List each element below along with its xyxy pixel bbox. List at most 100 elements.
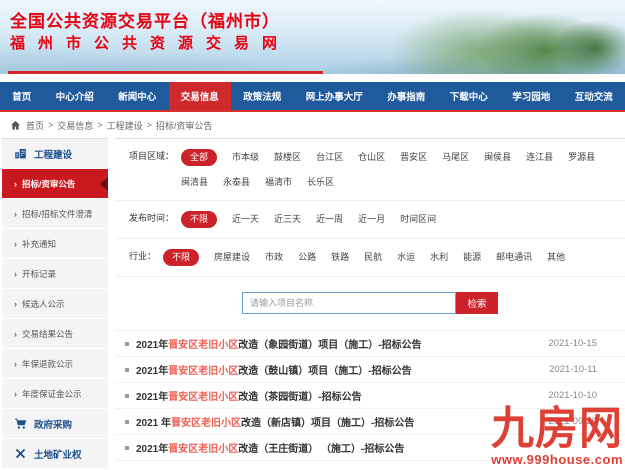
filter-option[interactable]: 鼓楼区 (274, 150, 301, 165)
nav-item-active[interactable]: 交易信息 (168, 82, 231, 110)
site-banner: 全国公共资源交易平台（福州市） 福州市公共资源交易网 (0, 0, 625, 74)
breadcrumb-separator: > (48, 120, 54, 130)
sidebar-item[interactable]: 政府采购 (2, 409, 108, 438)
filter-options: 不限 近一天 近三天 近一周 近一月 时间区间 (181, 211, 613, 228)
filter-option[interactable]: 房屋建设 (214, 250, 250, 265)
sidebar-item-label: 补充通知 (22, 238, 57, 249)
sidebar-item-label: 工程建设 (34, 149, 73, 161)
filter-option-active[interactable]: 不限 (181, 211, 218, 228)
list-item[interactable]: 2021 年晋安区老旧小区改造（新店镇）项目（施工）-招标公告 2021-09-2… (115, 409, 625, 435)
nav-item[interactable]: 互动交流 (563, 82, 625, 110)
filter-option[interactable]: 公路 (298, 250, 316, 265)
sidebar-item[interactable]: › 补充通知 (2, 229, 108, 258)
filter-option-active[interactable]: 不限 (163, 249, 200, 266)
announcement-title: 2021年晋安区老旧小区改造(岳峰镇)(施工)-招标公告 (136, 466, 538, 468)
search-button[interactable]: 检索 (456, 292, 498, 314)
filter-option[interactable]: 台江区 (316, 150, 343, 165)
filter-option[interactable]: 罗源县 (568, 150, 595, 165)
filter-option[interactable]: 时间区间 (400, 212, 436, 227)
sidebar-item[interactable]: 工程建设 (2, 139, 108, 168)
content-panel: 项目区域： 全部 市本级 鼓楼区 台江区 仓山区 晋安区 马尾区 闽侯县 连江县 罗源县 闽清县 永泰县… (115, 138, 625, 468)
filter-row: 发布时间： 不限 近一天 近三天 近一周 近一月 时间区间 (115, 201, 625, 239)
filter-options: 全部 市本级 鼓楼区 台江区 仓山区 晋安区 马尾区 闽侯县 连江县 罗源县闽清县 永泰县 福清市 长乐… (181, 149, 613, 190)
filter-option[interactable]: 市政 (265, 250, 283, 265)
filter-panel: 项目区域： 全部 市本级 鼓楼区 台江区 仓山区 晋安区 马尾区 闽侯县 连江县 罗源县 闽清县 永泰县… (115, 139, 625, 277)
filter-option[interactable]: 连江县 (526, 150, 553, 165)
filter-option[interactable]: 近一周 (316, 212, 343, 227)
list-item[interactable]: 2021年晋安区老旧小区改造（鼓山镇）项目（施工）-招标公告 2021-10-11 (115, 357, 625, 383)
main-nav: 首页 中心介绍 新闻中心 交易信息 政策法规 网上办事大厅 办事指南 下载中心 学习园地 互动交流 (0, 82, 625, 112)
announcement-title: 2021年晋安区老旧小区改造（鼓山镇）项目（施工）-招标公告 (136, 362, 539, 377)
filter-option[interactable]: 闽清县 (181, 175, 208, 190)
breadcrumb-separator: > (146, 120, 152, 130)
filter-option[interactable]: 水运 (397, 250, 415, 265)
filter-option[interactable]: 永泰县 (223, 175, 250, 190)
bullet-icon (125, 367, 129, 372)
sidebar-item[interactable]: › 年保退款公示 (2, 349, 108, 378)
filter-option[interactable]: 马尾区 (442, 150, 469, 165)
filter-option[interactable]: 福清市 (265, 175, 292, 190)
sidebar-item[interactable]: › 候选人公示 (2, 289, 108, 318)
title-prefix: 2021 年 (136, 418, 172, 429)
sidebar-item-label: 交易结果公告 (22, 328, 74, 339)
filter-label: 发布时间： (129, 213, 175, 223)
bullet-icon (125, 393, 129, 398)
filter-option[interactable]: 铁路 (331, 250, 349, 265)
filter-option[interactable]: 其他 (547, 250, 565, 265)
breadcrumb-item[interactable]: 首页 (26, 119, 44, 132)
sidebar-item[interactable]: 土地矿业权 (2, 439, 108, 468)
chevron-right-icon: › (14, 208, 17, 219)
nav-item[interactable]: 首页 (0, 82, 44, 110)
title-highlight: 晋安区老旧小区 (171, 418, 242, 429)
site-title-line2: 福州市公共资源交易网 (10, 35, 291, 52)
filter-option[interactable]: 近一月 (358, 212, 385, 227)
breadcrumb-item[interactable]: 工程建设 (107, 119, 143, 132)
sidebar-item-label: 招标/资审公告 (22, 178, 76, 189)
filter-option[interactable]: 水利 (430, 250, 448, 265)
nav-item[interactable]: 新闻中心 (106, 82, 169, 110)
chevron-right-icon: › (14, 328, 17, 339)
list-item[interactable]: 2021年晋安区老旧小区改造（王庄街道） （施工）-招标公告 (115, 435, 625, 461)
title-highlight: 晋安区老旧小区 (168, 366, 239, 377)
sidebar-item[interactable]: › 招标/资审公告 (2, 169, 108, 198)
nav-item[interactable]: 下载中心 (438, 82, 501, 110)
nav-item[interactable]: 学习园地 (500, 82, 563, 110)
filter-option[interactable]: 能源 (463, 250, 481, 265)
sidebar-item-label: 政府采购 (34, 419, 73, 431)
sidebar-item[interactable]: › 开标记录 (2, 259, 108, 288)
title-highlight: 晋安区老旧小区 (168, 392, 239, 403)
filter-label: 行业： (129, 251, 157, 261)
filter-option[interactable]: 晋安区 (400, 150, 427, 165)
list-item[interactable]: 2021年晋安区老旧小区改造(岳峰镇)(施工)-招标公告2021-09-27 (115, 461, 625, 468)
search-input[interactable] (242, 292, 456, 314)
filter-option[interactable]: 近三天 (274, 212, 301, 227)
filter-option[interactable]: 市本级 (232, 150, 259, 165)
filter-option[interactable]: 长乐区 (307, 175, 334, 190)
bullet-icon (125, 445, 129, 450)
breadcrumb-item[interactable]: 招标/资审公告 (156, 119, 213, 132)
sidebar-item-label: 年度保证金公示 (22, 388, 82, 399)
filter-option-active[interactable]: 全部 (181, 149, 218, 166)
chevron-right-icon: › (14, 178, 17, 189)
filter-option[interactable]: 民航 (364, 250, 382, 265)
nav-item[interactable]: 中心介绍 (44, 82, 107, 110)
chevron-right-icon: › (14, 238, 17, 249)
breadcrumb: 首页 > 交易信息 > 工程建设 > 招标/资审公告 (0, 112, 625, 138)
title-prefix: 2021年 (136, 392, 169, 403)
filter-option[interactable]: 仓山区 (358, 150, 385, 165)
list-item[interactable]: 2021年晋安区老旧小区改造（象园街道）项目（施工）-招标公告 2021-10-1… (115, 331, 625, 357)
filter-option[interactable]: 近一天 (232, 212, 259, 227)
nav-item[interactable]: 网上办事大厅 (294, 82, 376, 110)
announcement-date: 2021-10-15 (548, 338, 597, 349)
sidebar-item[interactable]: › 招标/招标文件澄清 (2, 199, 108, 228)
breadcrumb-item[interactable]: 交易信息 (57, 119, 93, 132)
title-suffix: 改造（象园街道）项目（施工）-招标公告 (238, 340, 422, 351)
filter-option[interactable]: 邮电通讯 (496, 250, 532, 265)
list-item[interactable]: 2021年晋安区老旧小区改造（茶园街道）-招标公告 2021-10-10 (115, 383, 625, 409)
sidebar-item[interactable]: › 交易结果公告 (2, 319, 108, 348)
filter-option[interactable]: 闽侯县 (484, 150, 511, 165)
sidebar-item[interactable]: › 年度保证金公示 (2, 379, 108, 408)
chevron-right-icon: › (14, 388, 17, 399)
nav-item[interactable]: 办事指南 (375, 82, 438, 110)
nav-item[interactable]: 政策法规 (231, 82, 294, 110)
